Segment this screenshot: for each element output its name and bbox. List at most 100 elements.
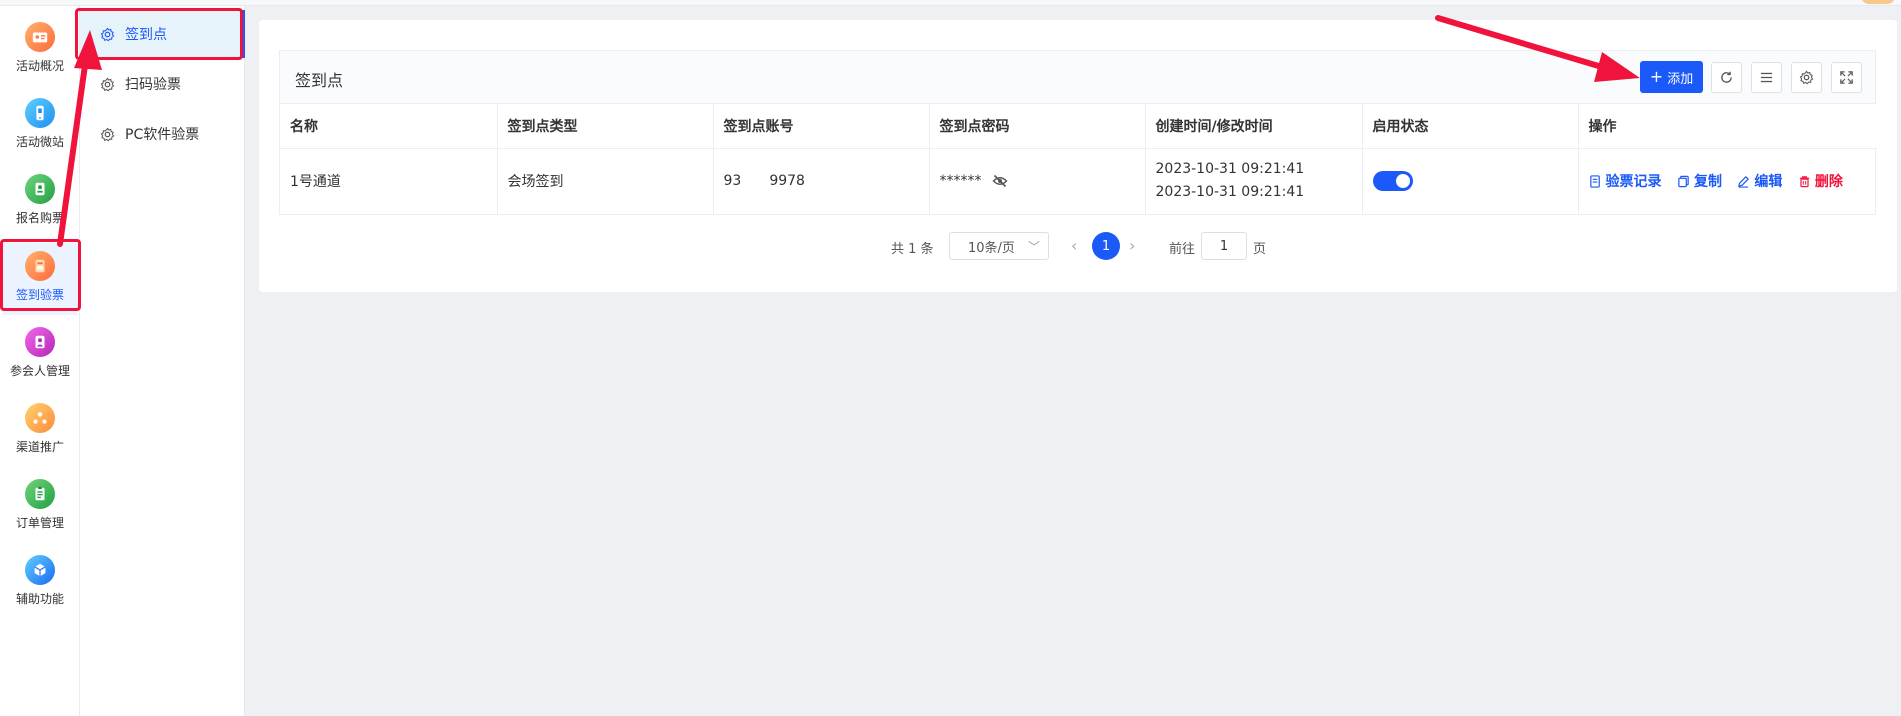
edit-label: 编辑 (1754, 174, 1783, 190)
rail-label: 辅助功能 (15, 592, 64, 606)
rail-item-channel[interactable]: 渠道推广 (2, 395, 78, 467)
column-header-status: 启用状态 (1362, 104, 1579, 149)
refresh-icon (1721, 71, 1732, 83)
enabled-toggle[interactable] (1372, 171, 1413, 192)
total-count: 共 1 条 (891, 242, 934, 257)
column-header-type: 签到点类型 (497, 104, 714, 149)
avatar[interactable] (1861, 0, 1895, 4)
plus-icon: + (1649, 67, 1664, 86)
rail-item-checkin[interactable]: 签到验票 (2, 243, 78, 315)
current-page-button[interactable]: 1 (1092, 232, 1120, 260)
submenu-item-pc-verify[interactable]: PC软件验票 (80, 110, 245, 158)
top-bar (0, 0, 1901, 6)
document-icon (1589, 174, 1600, 188)
eye-off-icon[interactable] (992, 173, 1008, 189)
table-title: 签到点 (295, 71, 344, 90)
badge-icon (25, 174, 55, 204)
ticket-icon (25, 251, 55, 281)
rail-item-attendees[interactable]: 参会人管理 (2, 319, 78, 391)
phone-icon (25, 98, 55, 128)
password-value: ****** (939, 173, 982, 190)
submenu-item-checkin-points[interactable]: 签到点 (80, 10, 245, 58)
table-row: 1号通道 会场签到 93 9978 ****** 2023-10-31 09:21… (280, 148, 1877, 214)
submenu-label: 签到点 (125, 27, 167, 43)
copy-link[interactable]: 复制 (1677, 171, 1722, 191)
prev-page-button[interactable]: ‹ (1071, 236, 1077, 255)
column-header-time: 创建时间/修改时间 (1145, 104, 1363, 149)
cell-actions: 验票记录 复制 编辑 删除 (1578, 148, 1877, 214)
cell-name: 1号通道 (280, 148, 498, 214)
rail-label: 参会人管理 (9, 364, 70, 378)
trash-icon (1799, 175, 1810, 187)
channel-icon (25, 403, 55, 433)
main-card: 签到点 + 添加 名称 签到点类型 签到点账号 签到点密码 创建时间/修改时间 … (259, 20, 1897, 292)
fullscreen-button[interactable] (1831, 62, 1862, 93)
redaction-mask (741, 174, 770, 189)
edit-icon (1738, 175, 1750, 188)
fullscreen-icon (1840, 71, 1853, 84)
submenu-label: PC软件验票 (125, 127, 200, 143)
cell-status (1362, 148, 1579, 214)
table-header-row: 名称 签到点类型 签到点账号 签到点密码 创建时间/修改时间 启用状态 操作 (280, 104, 1877, 149)
rail-label: 活动概况 (15, 59, 64, 73)
next-page-button[interactable]: › (1129, 236, 1135, 255)
add-button-label: 添加 (1667, 71, 1694, 87)
rail-label: 订单管理 (15, 516, 64, 530)
column-header-account: 签到点账号 (713, 104, 930, 149)
person-icon (25, 327, 55, 357)
rail-label: 渠道推广 (15, 440, 64, 454)
pagination: 共 1 条 10条/页 ﹀ ‹ 1 › 前往 页 (259, 232, 1897, 262)
secondary-menu: 签到点 扫码验票 PC软件验票 (80, 6, 245, 716)
data-table: 名称 签到点类型 签到点账号 签到点密码 创建时间/修改时间 启用状态 操作 1… (280, 104, 1877, 214)
clipboard-icon (25, 479, 55, 509)
rail-item-orders[interactable]: 订单管理 (2, 471, 78, 543)
page-suffix: 页 (1253, 242, 1267, 257)
cell-account: 93 9978 (713, 148, 930, 214)
goto-label: 前往 (1169, 242, 1196, 257)
column-header-name: 名称 (280, 104, 498, 149)
gear-icon (100, 27, 115, 41)
column-header-password: 签到点密码 (929, 104, 1146, 149)
cell-time: 2023-10-31 09:21:41 2023-10-31 09:21:41 (1145, 148, 1363, 214)
verify-records-label: 验票记录 (1605, 174, 1662, 190)
rail-label: 报名购票 (15, 211, 64, 225)
page-size-select[interactable]: 10条/页 ﹀ (949, 232, 1049, 260)
account-prefix: 93 (723, 173, 742, 190)
cell-type: 会场签到 (497, 148, 714, 214)
gear-icon (1799, 70, 1814, 85)
cell-password: ****** (929, 148, 1146, 214)
verify-records-link[interactable]: 验票记录 (1589, 171, 1662, 191)
copy-icon (1678, 175, 1689, 187)
add-button[interactable]: + 添加 (1640, 61, 1703, 93)
cube-icon (25, 555, 55, 585)
gear-icon (100, 77, 115, 91)
rail-item-tools[interactable]: 辅助功能 (2, 547, 78, 619)
delete-link[interactable]: 删除 (1798, 171, 1843, 191)
modified-time: 2023-10-31 09:21:41 (1155, 184, 1305, 201)
account-suffix: 9978 (769, 173, 805, 190)
rail-label: 活动微站 (15, 135, 64, 149)
refresh-button[interactable] (1711, 62, 1742, 93)
edit-link[interactable]: 编辑 (1737, 171, 1782, 191)
gear-icon (100, 127, 115, 141)
id-card-icon (25, 22, 55, 52)
page-size-value: 10条/页 (968, 240, 1015, 256)
settings-button[interactable] (1791, 62, 1822, 93)
rail-item-activity-overview[interactable]: 活动概况 (2, 14, 78, 86)
checkin-points-table: 签到点 + 添加 名称 签到点类型 签到点账号 签到点密码 创建时间/修改时间 … (279, 50, 1877, 215)
left-rail: 活动概况 活动微站 报名购票 签到验票 参会人管理 渠道推广 订单管理 辅助功能 (0, 6, 80, 716)
goto-page-input[interactable] (1201, 232, 1247, 260)
delete-label: 删除 (1814, 174, 1843, 190)
column-settings-button[interactable] (1751, 62, 1782, 93)
created-time: 2023-10-31 09:21:41 (1155, 161, 1305, 178)
table-toolbar: 签到点 + 添加 (280, 51, 1875, 104)
rail-item-micro-site[interactable]: 活动微站 (2, 90, 78, 162)
copy-label: 复制 (1693, 174, 1722, 190)
submenu-item-scan-verify[interactable]: 扫码验票 (80, 60, 245, 108)
rail-label: 签到验票 (15, 288, 64, 302)
submenu-label: 扫码验票 (125, 77, 181, 93)
list-icon (1760, 72, 1773, 83)
rail-item-registration[interactable]: 报名购票 (2, 166, 78, 238)
chevron-down-icon: ﹀ (1027, 240, 1040, 254)
column-header-actions: 操作 (1578, 104, 1877, 149)
